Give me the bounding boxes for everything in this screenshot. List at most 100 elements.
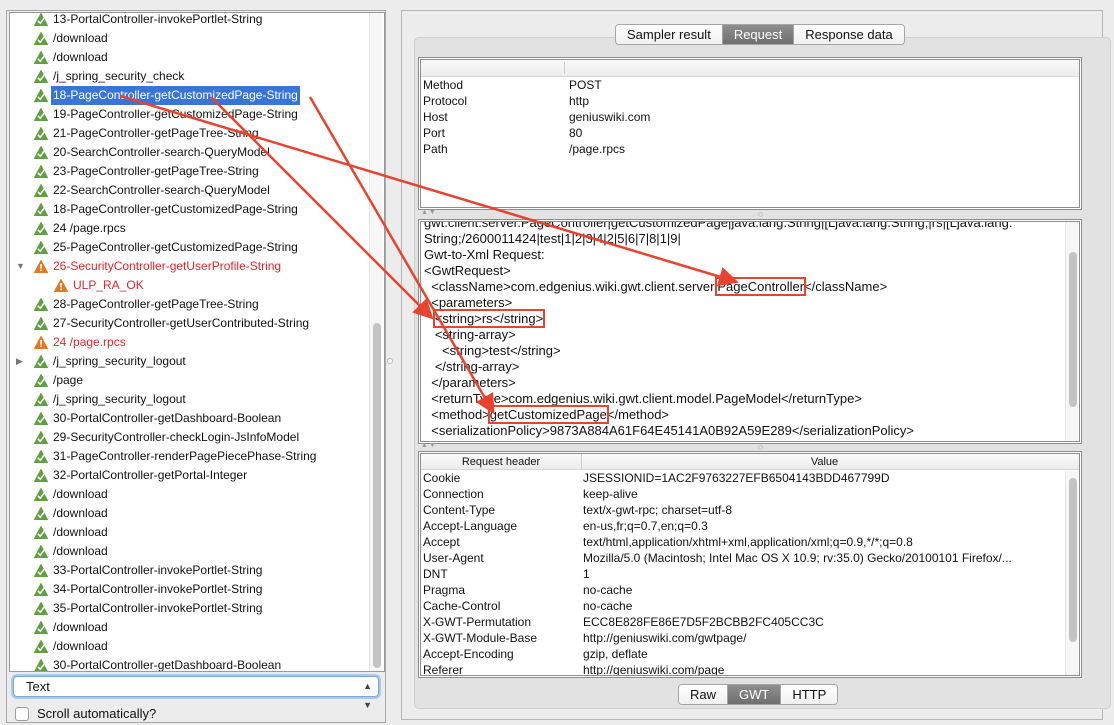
sampler-value: 80 bbox=[569, 126, 583, 140]
gwt-scroll-thumb[interactable] bbox=[1069, 252, 1077, 407]
split-grip-icon bbox=[758, 212, 763, 217]
split-arrows-icon: ▲▼ bbox=[421, 209, 437, 216]
tree-item[interactable]: 19-PageController-getCustomizedPage-Stri… bbox=[10, 105, 370, 124]
collapsed-triangle-icon[interactable]: ▶ bbox=[16, 352, 26, 371]
gwt-request-text[interactable]: gwt.client.server.PageController|getCust… bbox=[418, 219, 1082, 444]
results-tree[interactable]: 13-PortalController-invokePortlet-String… bbox=[9, 12, 385, 672]
tree-item[interactable]: 20-SearchController-search-QueryModel bbox=[10, 143, 370, 162]
tree-item[interactable]: 34-PortalController-invokePortlet-String bbox=[10, 580, 370, 599]
tree-item[interactable]: 27-SecurityController-getUserContributed… bbox=[10, 314, 370, 333]
tree-item-label: /download bbox=[53, 31, 108, 45]
tree-item-label: /download bbox=[53, 639, 108, 653]
tree-item[interactable]: 33-PortalController-invokePortlet-String bbox=[10, 561, 370, 580]
tree-item-label: 23-PageController-getPageTree-String bbox=[53, 164, 259, 178]
tree-item[interactable]: /download bbox=[10, 523, 370, 542]
tree-item[interactable]: /download bbox=[10, 48, 370, 67]
view-tab-raw[interactable]: Raw bbox=[679, 685, 729, 704]
renderer-select[interactable]: Text ▲ ▼ bbox=[13, 676, 379, 710]
tree-item[interactable]: /download bbox=[10, 485, 370, 504]
tab-response-data[interactable]: Response data bbox=[794, 25, 904, 44]
tree-item[interactable]: 25-PageController-getCustomizedPage-Stri… bbox=[10, 238, 370, 257]
header-name: DNT bbox=[423, 567, 448, 581]
success-icon bbox=[34, 564, 48, 577]
tab-request[interactable]: Request bbox=[722, 25, 795, 44]
tree-item[interactable]: ▼ 26-SecurityController-getUserProfile-St… bbox=[10, 257, 370, 276]
column-value[interactable]: Value bbox=[581, 454, 1067, 470]
tree-item[interactable]: 24 /page.rpcs bbox=[10, 333, 370, 352]
tree-item[interactable]: 18-PageController-getCustomizedPage-Stri… bbox=[10, 200, 370, 219]
tree-item[interactable]: 21-PageController-getPageTree-String bbox=[10, 124, 370, 143]
tree-item-label: 26-SecurityController-getUserProfile-Str… bbox=[53, 259, 282, 273]
tree-item[interactable]: ▶ /j_spring_security_logout bbox=[10, 352, 370, 371]
gwt-text-line: <parameters> bbox=[424, 295, 1064, 311]
tree-item-label: /j_spring_security_check bbox=[53, 69, 185, 83]
gwt-scrollbar[interactable] bbox=[1065, 222, 1078, 441]
tree-item[interactable]: 31-PageController-renderPagePiecePhase-S… bbox=[10, 447, 370, 466]
tree-item[interactable]: /download bbox=[10, 637, 370, 656]
tree-item[interactable]: ULP_RA_OK bbox=[10, 276, 370, 295]
tree-item-label: 22-SearchController-search-QueryModel bbox=[53, 183, 270, 197]
expanded-triangle-icon[interactable]: ▼ bbox=[16, 257, 26, 276]
gwt-text: String;/2600011424|test|1|2|3|4|2|5|6|7|… bbox=[424, 231, 681, 246]
gwt-text-line: String;/2600011424|test|1|2|3|4|2|5|6|7|… bbox=[424, 231, 1064, 247]
gwt-text bbox=[424, 311, 435, 326]
header-name: X-GWT-Module-Base bbox=[423, 631, 538, 645]
header-row: Pragma no-cache bbox=[421, 582, 1079, 598]
sampler-row: Host geniuswiki.com bbox=[421, 109, 1079, 125]
tree-item[interactable]: 30-PortalController-getDashboard-Boolean bbox=[10, 409, 370, 428]
gwt-text: </string-array> bbox=[424, 359, 520, 374]
tree-item-label: /download bbox=[53, 525, 108, 539]
tree-item[interactable]: /j_spring_security_check bbox=[10, 67, 370, 86]
header-name: User-Agent bbox=[423, 551, 484, 565]
tree-item[interactable]: 30-PortalController-getDashboard-Boolean bbox=[10, 656, 370, 671]
tree-item-label: /j_spring_security_logout bbox=[53, 392, 186, 406]
tree-item[interactable]: 32-PortalController-getPortal-Integer bbox=[10, 466, 370, 485]
tree-scrollbar[interactable] bbox=[369, 13, 382, 671]
warning-icon bbox=[34, 336, 48, 349]
tree-item[interactable]: /download bbox=[10, 618, 370, 637]
tree-item[interactable]: 18-PageController-getCustomizedPage-Stri… bbox=[10, 86, 370, 105]
tree-item[interactable]: 29-SecurityController-checkLogin-JsInfoM… bbox=[10, 428, 370, 447]
renderer-select-value: Text bbox=[26, 679, 50, 694]
tree-item[interactable]: /page bbox=[10, 371, 370, 390]
column-request-header[interactable]: Request header bbox=[421, 454, 581, 470]
tree-item[interactable]: /download bbox=[10, 504, 370, 523]
gwt-text-line: </string-array> bbox=[424, 359, 1064, 375]
tree-item[interactable]: 28-PageController-getPageTree-String bbox=[10, 295, 370, 314]
tree-item[interactable]: 13-PortalController-invokePortlet-String bbox=[10, 13, 370, 29]
view-tab-gwt[interactable]: GWT bbox=[728, 685, 782, 704]
sampler-key: Port bbox=[423, 126, 446, 140]
results-tree-list: 13-PortalController-invokePortlet-String… bbox=[10, 13, 370, 671]
success-icon bbox=[34, 526, 48, 539]
tab-sampler-result[interactable]: Sampler result bbox=[616, 25, 723, 44]
tree-item[interactable]: /download bbox=[10, 542, 370, 561]
gwt-text-line: Gwt-to-Xml Request: bbox=[424, 247, 1064, 263]
header-row: User-Agent Mozilla/5.0 (Macintosh; Intel … bbox=[421, 550, 1079, 566]
checkbox-box[interactable] bbox=[15, 707, 29, 721]
headers-scrollbar[interactable] bbox=[1065, 471, 1078, 675]
tree-item-label: 29-SecurityController-checkLogin-JsInfoM… bbox=[53, 430, 300, 444]
sampler-key: Path bbox=[423, 142, 448, 156]
tree-item-label: 20-SearchController-search-QueryModel bbox=[53, 145, 270, 159]
gwt-text: gwt.client.server.PageController|getCust… bbox=[424, 219, 1013, 230]
split-arrows-icon: ▲▼ bbox=[421, 442, 437, 449]
sampler-table-header bbox=[421, 60, 1079, 77]
tree-item-label: ULP_RA_OK bbox=[73, 278, 144, 292]
success-icon bbox=[34, 165, 48, 178]
tree-item[interactable]: 22-SearchController-search-QueryModel bbox=[10, 181, 370, 200]
gwt-text: <className>com.edgenius.wiki.gwt.client.… bbox=[424, 279, 718, 294]
tree-item[interactable]: 23-PageController-getPageTree-String bbox=[10, 162, 370, 181]
scroll-automatically-label: Scroll automatically? bbox=[37, 706, 157, 721]
headers-scroll-thumb[interactable] bbox=[1069, 478, 1077, 642]
view-tab-http[interactable]: HTTP bbox=[781, 685, 838, 704]
tree-item[interactable]: /download bbox=[10, 29, 370, 48]
tree-item[interactable]: 35-PortalController-invokePortlet-String bbox=[10, 599, 370, 618]
tree-item[interactable]: /j_spring_security_logout bbox=[10, 390, 370, 409]
gwt-text: <GwtRequest> bbox=[424, 263, 511, 278]
tree-item-label: 31-PageController-renderPagePiecePhase-S… bbox=[53, 449, 317, 463]
header-value: en-us,fr;q=0.7,en;q=0.3 bbox=[583, 519, 708, 533]
tree-item[interactable]: 24 /page.rpcs bbox=[10, 219, 370, 238]
tree-scroll-thumb[interactable] bbox=[373, 323, 381, 668]
header-name: Accept bbox=[423, 535, 460, 549]
tree-item-label: 28-PageController-getPageTree-String bbox=[53, 297, 259, 311]
